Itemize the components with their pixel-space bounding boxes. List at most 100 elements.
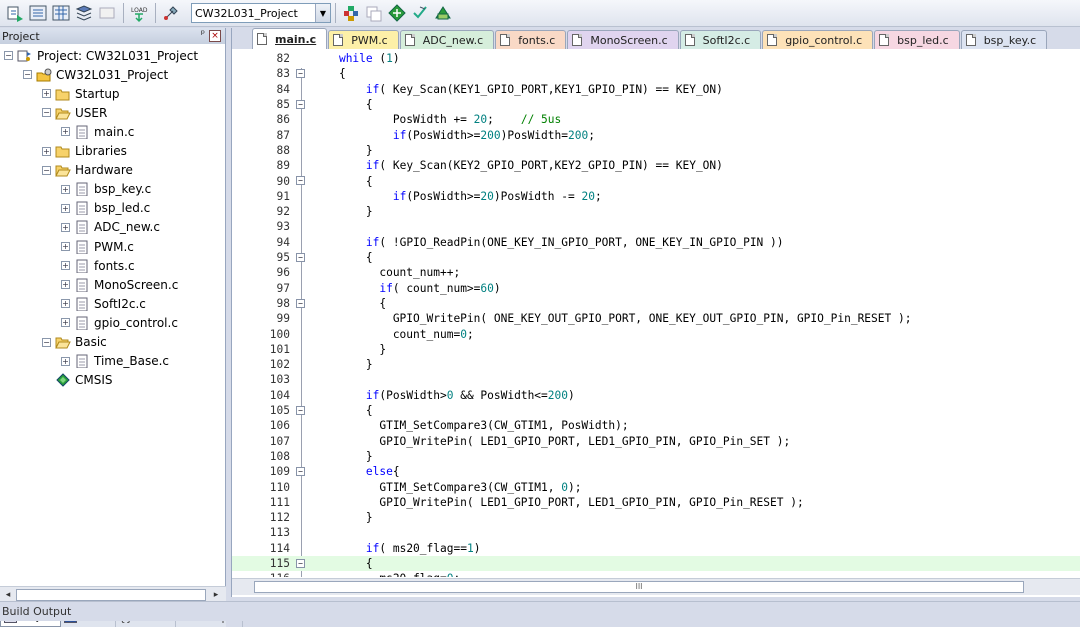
tree-item[interactable]: + bsp_led.c <box>61 199 150 218</box>
code-line[interactable]: 108 } <box>232 449 1080 464</box>
code-line[interactable]: 105− { <box>232 403 1080 418</box>
file-tab[interactable]: gpio_control.c <box>762 30 874 49</box>
fold-toggle-icon[interactable]: − <box>296 405 305 415</box>
collapse-icon[interactable]: − <box>42 165 51 175</box>
scrollbar-thumb[interactable] <box>16 589 206 601</box>
collapse-icon[interactable]: − <box>42 108 51 118</box>
code-line[interactable]: 98− { <box>232 296 1080 311</box>
code-line[interactable]: 96 count_num++; <box>232 265 1080 280</box>
file-tab[interactable]: fonts.c <box>495 30 567 49</box>
code-line[interactable]: 83− { <box>232 66 1080 81</box>
code-line[interactable]: 99 GPIO_WritePin( ONE_KEY_OUT_GPIO_PORT,… <box>232 311 1080 326</box>
expand-icon[interactable]: + <box>61 203 70 213</box>
expand-icon[interactable]: + <box>42 89 51 99</box>
scroll-right-button[interactable]: ▸ <box>209 588 223 602</box>
code-line[interactable]: 103 <box>232 372 1080 387</box>
code-line[interactable]: 92 } <box>232 204 1080 219</box>
collapse-icon[interactable]: − <box>23 70 32 80</box>
target-options-button[interactable] <box>160 2 182 24</box>
code-line[interactable]: 86 PosWidth += 20; // 5us <box>232 112 1080 127</box>
tree-item[interactable]: + MonoScreen.c <box>61 275 178 294</box>
tree-item[interactable]: + Libraries <box>42 142 127 161</box>
code-line[interactable]: 89 if( Key_Scan(KEY2_GPIO_PORT,KEY2_GPIO… <box>232 158 1080 173</box>
expand-icon[interactable]: + <box>61 261 70 271</box>
tree-item[interactable]: + SoftI2c.c <box>61 294 146 313</box>
stop-build-button[interactable] <box>96 2 118 24</box>
code-line[interactable]: 100 count_num=0; <box>232 326 1080 341</box>
code-line[interactable]: 112 } <box>232 510 1080 525</box>
tree-item[interactable]: − Hardware <box>42 161 133 180</box>
code-line[interactable]: 104 if(PosWidth>0 && PosWidth<=200) <box>232 388 1080 403</box>
fold-toggle-icon[interactable]: − <box>296 298 305 308</box>
editor-scrollbar-thumb[interactable]: III <box>254 581 1024 593</box>
code-line[interactable]: 101 } <box>232 342 1080 357</box>
code-line[interactable]: 94 if( !GPIO_ReadPin(ONE_KEY_IN_GPIO_POR… <box>232 235 1080 250</box>
chevron-down-icon[interactable]: ▼ <box>315 4 330 22</box>
code-area[interactable]: 82 while (1) 83− {84 if( Key_Scan(KEY1_GP… <box>232 50 1080 577</box>
code-line[interactable]: 115− { <box>232 555 1080 572</box>
tree-item[interactable]: + bsp_key.c <box>61 180 151 199</box>
code-line[interactable]: 109− else{ <box>232 464 1080 479</box>
tree-item[interactable]: + fonts.c <box>61 256 135 275</box>
download-button[interactable]: LOAD <box>128 2 150 24</box>
expand-icon[interactable]: + <box>61 184 70 194</box>
expand-icon[interactable]: + <box>61 299 70 309</box>
code-line[interactable]: 116 ms20_flag=0; <box>232 571 1080 577</box>
code-line[interactable]: 113 <box>232 525 1080 540</box>
code-line[interactable]: 102 } <box>232 357 1080 372</box>
code-line[interactable]: 97 if( count_num>=60) <box>232 281 1080 296</box>
pin-icon[interactable]: ᵖ <box>201 29 205 40</box>
scroll-left-button[interactable]: ◂ <box>1 588 15 602</box>
batch-build-button[interactable] <box>73 2 95 24</box>
tree-item[interactable]: − USER <box>42 103 107 122</box>
tree-item[interactable]: CMSIS <box>42 371 113 390</box>
file-tab[interactable]: SoftI2c.c <box>679 30 762 49</box>
file-tab[interactable]: bsp_led.c <box>874 30 960 49</box>
code-line[interactable]: 91 if(PosWidth>=20)PosWidth -= 20; <box>232 189 1080 204</box>
code-line[interactable]: 95− { <box>232 250 1080 265</box>
fold-toggle-icon[interactable]: − <box>296 558 305 568</box>
rebuild-button[interactable] <box>50 2 72 24</box>
build-button[interactable] <box>27 2 49 24</box>
code-line[interactable]: 110 GTIM_SetCompare3(CW_GTIM1, 0); <box>232 479 1080 494</box>
tree-item[interactable]: + main.c <box>61 122 134 141</box>
translate-button[interactable] <box>4 2 26 24</box>
file-tab[interactable]: ADC_new.c <box>399 30 495 49</box>
expand-icon[interactable]: + <box>42 146 51 156</box>
expand-icon[interactable]: + <box>61 318 70 328</box>
tree-item[interactable]: − CW32L031_Project <box>23 65 168 84</box>
code-line[interactable]: 107 GPIO_WritePin( LED1_GPIO_PORT, LED1_… <box>232 434 1080 449</box>
fold-toggle-icon[interactable]: − <box>296 467 305 477</box>
code-line[interactable]: 106 GTIM_SetCompare3(CW_GTIM1, PosWidth)… <box>232 418 1080 433</box>
code-line[interactable]: 82 while (1) <box>232 51 1080 66</box>
code-line[interactable]: 93 <box>232 219 1080 234</box>
file-tab[interactable]: bsp_key.c <box>960 30 1048 49</box>
file-tab[interactable]: MonoScreen.c <box>567 30 679 49</box>
collapse-icon[interactable]: − <box>42 337 51 347</box>
expand-icon[interactable]: + <box>61 242 70 251</box>
fold-toggle-icon[interactable]: − <box>296 252 305 262</box>
close-panel-button[interactable]: × <box>209 30 221 42</box>
tree-item[interactable]: + ADC_new.c <box>61 218 160 237</box>
build-output-bar[interactable]: Build Output <box>0 601 1080 621</box>
expand-icon[interactable]: + <box>61 356 70 366</box>
code-line[interactable]: 90− { <box>232 173 1080 188</box>
target-select[interactable]: CW32L031_Project ▼ <box>191 3 331 23</box>
tree-item[interactable]: + gpio_control.c <box>61 313 178 332</box>
code-line[interactable]: 114 if( ms20_flag==1) <box>232 541 1080 556</box>
code-line[interactable]: 84 if( Key_Scan(KEY1_GPIO_PORT,KEY1_GPIO… <box>232 82 1080 97</box>
manage-rte-button[interactable] <box>432 2 454 24</box>
fold-toggle-icon[interactable]: − <box>296 99 305 109</box>
pack-installer-button[interactable] <box>386 2 408 24</box>
expand-icon[interactable]: + <box>61 127 70 137</box>
expand-icon[interactable]: + <box>61 222 70 232</box>
manage-project-button[interactable] <box>340 2 362 24</box>
tree-item[interactable]: + Time_Base.c <box>61 352 169 371</box>
code-line[interactable]: 85− { <box>232 97 1080 112</box>
tree-item[interactable]: − Basic <box>42 333 107 352</box>
select-packs-button[interactable] <box>409 2 431 24</box>
collapse-icon[interactable]: − <box>4 51 13 60</box>
tree-item[interactable]: + Startup <box>42 84 120 103</box>
file-tab[interactable]: main.c <box>252 28 328 49</box>
fold-toggle-icon[interactable]: − <box>296 176 305 186</box>
